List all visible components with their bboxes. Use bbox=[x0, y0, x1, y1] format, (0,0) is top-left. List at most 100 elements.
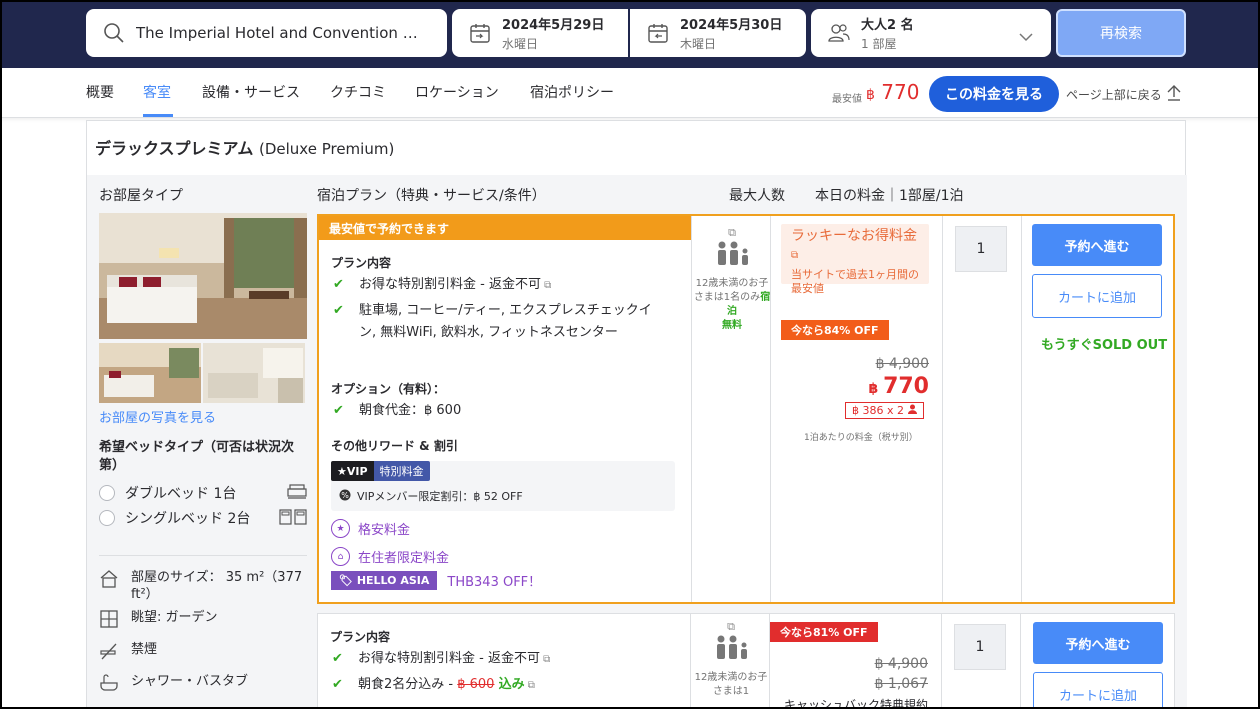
radio-twin[interactable] bbox=[99, 510, 115, 526]
rate-plan-1: 最安値で予約できます プラン内容 ✔ お得な特別割引料金 - 返金不可 ⧉ ✔ … bbox=[317, 214, 1175, 604]
add-to-cart-button[interactable]: カートに追加 bbox=[1032, 274, 1162, 318]
option-breakfast: ✔ 朝食代金：฿ 600 bbox=[333, 400, 461, 422]
plan-item-breakfast: ✔ 朝食2名分込み - ฿ 600 込み ⧉ bbox=[332, 674, 535, 697]
child-free-label: 無料 bbox=[722, 320, 742, 331]
second-price: ฿ 1,067 bbox=[874, 676, 928, 692]
window-view-icon bbox=[99, 609, 121, 634]
checkout-day: 木曜日 bbox=[680, 37, 717, 51]
price-header: 本日の料金｜1部屋/1泊 bbox=[815, 188, 964, 204]
checkin-date-picker[interactable]: 2024年5月29日 水曜日 bbox=[452, 9, 628, 57]
check-icon: ✔ bbox=[332, 677, 343, 692]
room-quantity-select[interactable]: 1 bbox=[954, 624, 1006, 670]
tab-facilities[interactable]: 設備・サービス bbox=[202, 82, 300, 102]
resident-rate-badge: ⌂ 在住者限定料金 bbox=[331, 547, 449, 566]
hotel-search-input[interactable]: The Imperial Hotel and Convention Centre… bbox=[86, 9, 447, 57]
room-quantity-select[interactable]: 1 bbox=[955, 226, 1007, 272]
cashback-terms[interactable]: キャッシュバック特典規約 bbox=[784, 696, 928, 709]
room-card: デラックスプレミアム (Deluxe Premium) お部屋タイプ 宿泊プラン… bbox=[86, 120, 1187, 709]
no-smoking-icon bbox=[99, 641, 121, 666]
checkout-date: 2024年5月30日 bbox=[680, 18, 783, 33]
external-link-icon: ⧉ bbox=[524, 680, 535, 691]
arrow-up-icon bbox=[1166, 84, 1182, 105]
current-price: ฿ 770 bbox=[868, 374, 929, 399]
options-title: オプション（有料）： bbox=[331, 382, 446, 396]
max-occupancy-header: 最大人数 bbox=[729, 188, 785, 204]
plan-contents-title: プラン内容 bbox=[330, 630, 391, 644]
external-link-icon: ⧉ bbox=[727, 620, 735, 633]
back-to-top-link[interactable]: ページ上部に戻る bbox=[1066, 84, 1182, 105]
best-price-banner: 最安値で予約できます bbox=[319, 216, 691, 240]
checkout-date-picker[interactable]: 2024年5月30日 木曜日 bbox=[630, 9, 806, 57]
discount-badge: 今なら84% OFF bbox=[781, 320, 889, 340]
search-icon bbox=[102, 21, 126, 49]
house-size-icon bbox=[99, 569, 121, 594]
section-tabs: 概要 客室 設備・サービス クチコミ ロケーション 宿泊ポリシー 最安値 ฿ 7… bbox=[0, 68, 1260, 118]
room-photo-thumb-2[interactable] bbox=[203, 343, 305, 403]
check-icon: ✔ bbox=[333, 403, 344, 418]
feature-view: 眺望: ガーデン bbox=[99, 609, 307, 634]
book-button[interactable]: 予約へ進む bbox=[1033, 622, 1163, 664]
active-tab-indicator bbox=[143, 114, 173, 117]
plan-item-nonrefundable: ✔ お得な特別割引料金 - 返金不可 ⧉ bbox=[332, 648, 550, 671]
external-link-icon: ⧉ bbox=[539, 654, 551, 665]
vip-member-discount: % VIPメンバー限定割引：฿ 52 OFF bbox=[339, 488, 523, 504]
svg-text:%: % bbox=[341, 491, 349, 500]
calendar-checkin-icon bbox=[469, 22, 491, 48]
home-icon: ⌂ bbox=[331, 547, 350, 566]
rate-plan-2: プラン内容 ✔ お得な特別割引料金 - 返金不可 ⧉ ✔ 朝食2名分込み - ฿… bbox=[317, 613, 1175, 709]
calendar-checkout-icon bbox=[647, 22, 669, 48]
view-price-button[interactable]: この料金を見る bbox=[929, 76, 1059, 112]
feature-room-size: 部屋のサイズ： 35 m²（377 ft²） bbox=[99, 569, 307, 603]
check-icon: ✔ bbox=[333, 303, 344, 318]
chevron-down-icon bbox=[1019, 27, 1033, 46]
plan-item-amenities: ✔ 駐車場, コーヒー/ティー, エクスプレスチェックイン, 無料WiFi, 飲… bbox=[333, 300, 663, 344]
room-type-header: お部屋タイプ bbox=[99, 188, 183, 204]
price-per-person: ฿ 386 x 2 bbox=[845, 402, 924, 419]
badge-icon: % bbox=[339, 489, 351, 504]
feature-non-smoking: 禁煙 bbox=[99, 641, 307, 666]
check-icon: ✔ bbox=[332, 651, 343, 666]
max-occupancy: ⧉ 12歳未満のお子さまは1 bbox=[692, 620, 770, 699]
bed-type-title: 希望ベッドタイプ（可否は状況次第） bbox=[99, 440, 295, 473]
guests-selector[interactable]: 大人2 名 1 部屋 bbox=[811, 9, 1051, 57]
guests-icon bbox=[828, 23, 850, 47]
plan-item-nonrefundable: ✔ お得な特別割引料金 - 返金不可 ⧉ bbox=[333, 274, 673, 297]
vip-badge: ★VIP 特別料金 bbox=[331, 461, 430, 481]
tag-icon: 🏷 bbox=[339, 574, 353, 587]
room-photo-main[interactable] bbox=[99, 213, 307, 339]
bed-option-double[interactable]: ダブルベッド 1台 bbox=[99, 483, 307, 503]
original-price: ฿ 4,900 bbox=[874, 656, 928, 672]
bathtub-icon bbox=[99, 673, 121, 698]
rewards-title: その他リワード & 割引 bbox=[331, 439, 458, 453]
lowest-price-label: 最安値 bbox=[832, 94, 862, 105]
max-occupancy: ⧉ 12歳未満のお子さまは1名のみ宿泊 無料 bbox=[693, 226, 771, 333]
feature-shower-bath: シャワー・バスタブ bbox=[99, 673, 307, 698]
discount-badge: 今なら81% OFF bbox=[770, 622, 878, 642]
hello-asia-tag: 🏷 HELLO ASIA bbox=[331, 571, 438, 590]
book-button[interactable]: 予約へ進む bbox=[1032, 224, 1162, 266]
add-to-cart-button[interactable]: カートに追加 bbox=[1033, 672, 1163, 709]
bed-option-twin[interactable]: シングルベッド 2台 bbox=[99, 508, 307, 528]
tab-reviews[interactable]: クチコミ bbox=[330, 82, 386, 102]
research-button[interactable]: 再検索 bbox=[1056, 9, 1186, 57]
hello-asia-promo: 🏷 HELLO ASIA THB343 OFF！ bbox=[331, 571, 541, 590]
tab-policy[interactable]: 宿泊ポリシー bbox=[530, 82, 614, 102]
double-bed-icon bbox=[287, 483, 307, 503]
tab-rooms[interactable]: 客室 bbox=[143, 82, 171, 102]
tab-overview[interactable]: 概要 bbox=[86, 82, 114, 102]
room-photo-thumb-1[interactable] bbox=[99, 343, 201, 403]
sold-out-soon-label: もうすぐSOLD OUT bbox=[1041, 338, 1168, 353]
checkin-day: 水曜日 bbox=[502, 37, 539, 51]
two-adults-one-child-icon bbox=[693, 240, 771, 271]
tab-location[interactable]: ロケーション bbox=[415, 82, 499, 102]
info-divider bbox=[99, 555, 307, 556]
child-policy-note: 12歳未満のお子さまは1名のみ宿泊 bbox=[693, 278, 771, 317]
radio-double[interactable] bbox=[99, 485, 115, 501]
plan-header: 宿泊プラン（特典・サービス/条件） bbox=[317, 188, 546, 204]
hotel-name: The Imperial Hotel and Convention Centre… bbox=[136, 24, 426, 42]
search-bar: The Imperial Hotel and Convention Centre… bbox=[0, 0, 1260, 68]
lowest-price: ฿ 770 bbox=[866, 80, 920, 104]
view-room-photos-link[interactable]: お部屋の写真を見る bbox=[99, 407, 216, 426]
star-coin-icon: ★ bbox=[331, 519, 350, 538]
cheap-rate-badge: ★ 格安料金 bbox=[331, 519, 410, 538]
